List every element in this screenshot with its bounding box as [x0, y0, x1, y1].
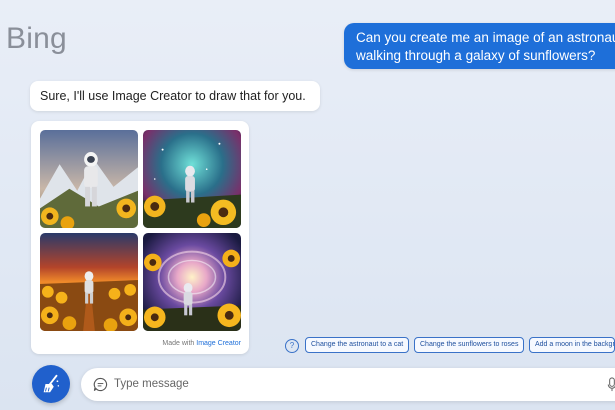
image-creator-link[interactable]: Image Creator [196, 340, 241, 347]
message-input-placeholder: Type message [114, 378, 189, 390]
generated-images-card: Made with Image Creator [31, 121, 249, 354]
broom-icon [43, 374, 60, 393]
made-with-prefix: Made with [162, 340, 195, 347]
bot-reply-bubble: Sure, I'll use Image Creator to draw tha… [30, 81, 320, 111]
generated-image-1[interactable] [40, 130, 138, 228]
bing-logo-text: Bing [6, 22, 67, 55]
made-with-footer: Made with Image Creator [162, 340, 241, 347]
suggestion-chip-moon[interactable]: Add a moon in the background [529, 337, 615, 353]
message-composer[interactable]: Type message [81, 368, 615, 401]
generated-image-4[interactable] [143, 233, 241, 331]
generated-image-2[interactable] [143, 130, 241, 228]
user-message-line-1: Can you create me an image of an astrona… [356, 30, 615, 45]
suggestion-chip-roses[interactable]: Change the sunflowers to roses [414, 337, 524, 353]
generated-image-3[interactable] [40, 233, 138, 331]
microphone-icon[interactable] [607, 377, 615, 392]
user-message-line-2: walking through a galaxy of sunflowers? [356, 48, 596, 63]
suggestion-chip-cat[interactable]: Change the astronaut to a cat [305, 337, 409, 353]
chat-bubble-icon [93, 377, 108, 392]
user-message-bubble: Can you create me an image of an astrona… [344, 23, 615, 69]
new-topic-button[interactable] [32, 365, 70, 403]
question-circle-icon[interactable]: ? [285, 339, 299, 353]
